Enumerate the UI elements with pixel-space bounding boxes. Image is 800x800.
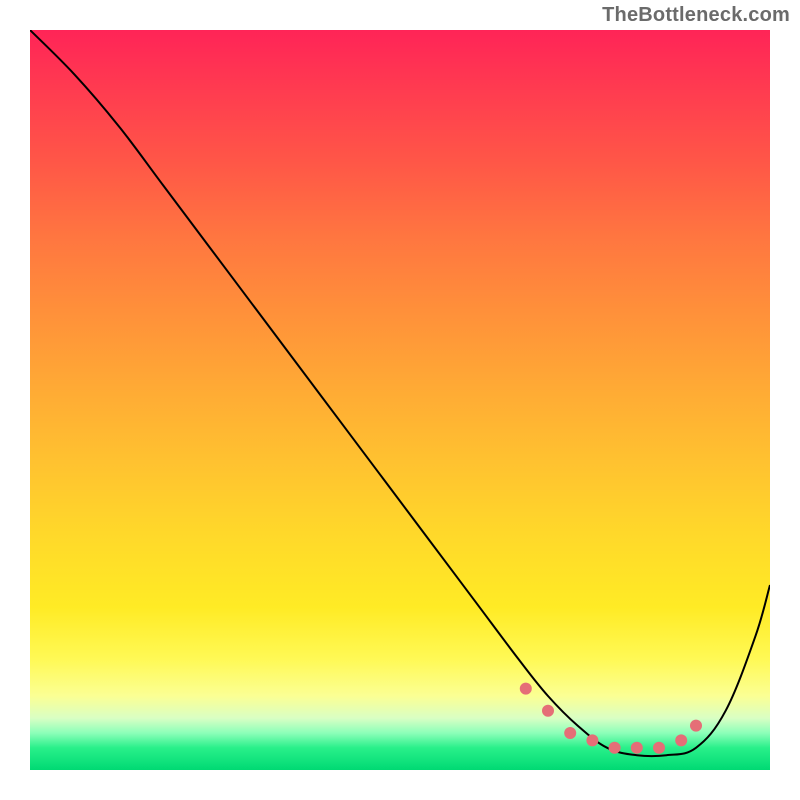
curve-marker (675, 734, 687, 746)
chart-svg-layer (30, 30, 770, 770)
watermark-text: TheBottleneck.com (602, 4, 790, 27)
curve-marker (690, 720, 702, 732)
curve-marker (586, 734, 598, 746)
curve-marker (564, 727, 576, 739)
curve-marker (542, 705, 554, 717)
curve-marker (653, 742, 665, 754)
curve-marker (609, 742, 621, 754)
curve-marker (631, 742, 643, 754)
chart-container: TheBottleneck.com (0, 0, 800, 800)
curve-marker (520, 683, 532, 695)
bottleneck-curve (30, 30, 770, 756)
curve-markers (520, 683, 702, 754)
